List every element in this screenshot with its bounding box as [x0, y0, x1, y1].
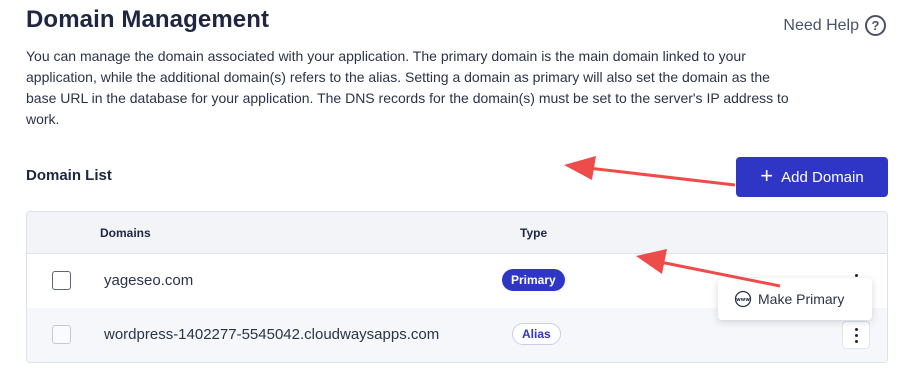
type-badge-alias: Alias [512, 323, 561, 345]
question-circle-icon: ? [865, 15, 886, 36]
annotation-arrow [564, 156, 736, 187]
row-actions-kebab-icon[interactable] [842, 321, 870, 349]
table-header: Domains Type [27, 212, 887, 254]
www-icon: www [734, 290, 752, 308]
domain-name: yageseo.com [104, 272, 194, 289]
column-header-type: Type [520, 226, 548, 240]
add-domain-button[interactable]: + Add Domain [736, 157, 888, 197]
add-domain-label: Add Domain [781, 168, 864, 186]
row-checkbox[interactable] [52, 325, 71, 344]
column-header-domains: Domains [100, 226, 151, 240]
type-badge-primary: Primary [502, 269, 565, 291]
plus-icon: + [760, 163, 774, 188]
domain-name: wordpress-1402277-5545042.cloudwaysapps.… [104, 326, 440, 343]
make-primary-menu-item[interactable]: www Make Primary [718, 278, 872, 320]
row-checkbox[interactable] [52, 271, 71, 290]
page-title: Domain Management [26, 6, 270, 33]
domain-list-title: Domain List [26, 167, 112, 184]
description-text: You can manage the domain associated wit… [26, 48, 789, 127]
svg-text:www: www [736, 297, 750, 303]
need-help-label: Need Help [783, 16, 859, 34]
need-help-link[interactable]: Need Help ? [783, 15, 886, 36]
make-primary-label: Make Primary [758, 291, 845, 307]
